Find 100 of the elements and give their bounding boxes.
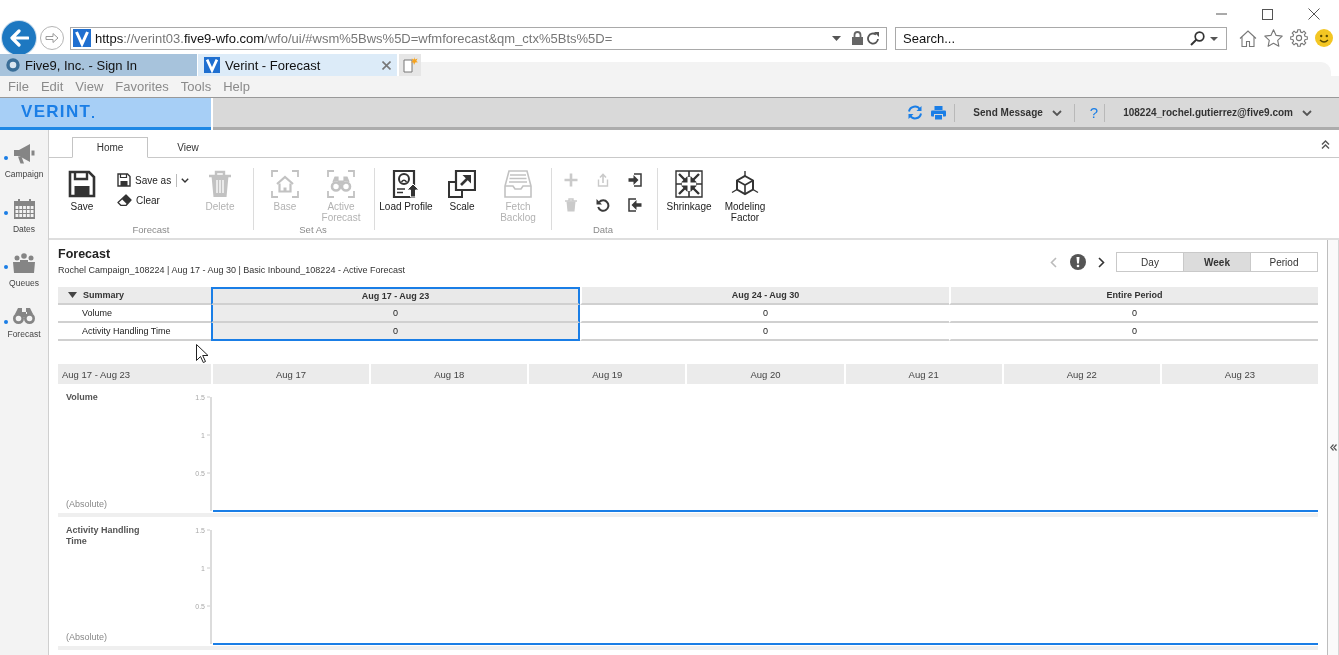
arrow-left-box-icon	[628, 198, 642, 212]
verint-logo: VERINT	[21, 101, 95, 122]
page-subtitle: Rochel Campaign_108224 | Aug 17 - Aug 30 | Basic Inbound_108224 - Active Forecast	[58, 265, 405, 275]
trash-icon	[206, 170, 234, 198]
close-icon[interactable]	[1308, 8, 1320, 20]
settings-icon[interactable]	[1290, 29, 1308, 47]
send-message-button[interactable]: Send Message	[973, 107, 1062, 118]
shrinkage-button[interactable]: Shrinkage	[661, 170, 717, 212]
lock-icon	[852, 31, 863, 45]
forward-button[interactable]	[40, 26, 64, 50]
tray-icon	[504, 170, 532, 198]
clear-button[interactable]: Clear	[117, 190, 160, 210]
calendar-icon	[13, 198, 35, 219]
chevron-down-icon	[181, 177, 190, 183]
day-header: Aug 20	[685, 364, 844, 384]
smiley-icon[interactable]	[1315, 29, 1333, 47]
ribbon-tab[interactable]: View	[150, 137, 226, 158]
refresh-icon[interactable]	[867, 31, 880, 45]
alert-icon[interactable]	[1070, 254, 1086, 270]
forward-arrow-icon	[45, 32, 59, 44]
site-logo-icon	[73, 29, 91, 47]
eraser-icon	[117, 194, 132, 206]
save-as-button[interactable]: Save as	[117, 170, 190, 190]
group-label: Set As	[299, 224, 327, 237]
share-icon	[596, 173, 610, 187]
ring-icon	[6, 58, 20, 72]
view-mode-tab[interactable]: Period	[1250, 252, 1318, 272]
scale-button[interactable]: Scale	[434, 170, 490, 212]
user-menu[interactable]: 108224_rochel.gutierrez@five9.com	[1123, 107, 1312, 118]
table-cell: 0	[580, 305, 949, 323]
home-icon[interactable]	[1239, 29, 1257, 47]
plus-icon	[564, 173, 578, 187]
view-mode-tab[interactable]: Week	[1183, 252, 1251, 272]
chart-unit-label: (Absolute)	[66, 632, 108, 643]
day-header: Aug 21	[843, 364, 1002, 384]
profile-card-icon	[392, 170, 420, 198]
indicator-dot-icon	[4, 210, 8, 215]
day-header: Aug 22	[1001, 364, 1160, 384]
range-header: Aug 17 - Aug 23	[58, 364, 211, 384]
view-mode-tab[interactable]: Day	[1116, 252, 1184, 272]
star-icon[interactable]	[1264, 29, 1283, 47]
browser-tab[interactable]: Five9, Inc. - Sign In	[0, 54, 197, 76]
maximize-icon[interactable]	[1262, 8, 1273, 20]
chevron-right-icon[interactable]	[1098, 256, 1105, 268]
new-tab-icon	[402, 57, 418, 73]
column-header[interactable]: Entire Period	[949, 287, 1318, 305]
toolbar-button[interactable]	[626, 171, 644, 189]
load-profile-button[interactable]: Load Profile	[378, 170, 434, 212]
table-cell: 0	[211, 305, 580, 323]
address-bar[interactable]: https://verint03.five9-wfo.com/wfo/ui/#wsm%5Bws%5D=wfmforecast&qm_ctx%5Bts%5D=	[70, 26, 887, 50]
modeling-factor-button[interactable]: Modeling Factor	[717, 170, 773, 223]
chart-title: Activity Handling Time	[66, 525, 141, 547]
url-text: https://verint03.five9-wfo.com/wfo/ui/#wsm%5Bws%5D=wfmforecast&qm_ctx%5Bts%5D=	[95, 30, 614, 46]
page-title: Forecast	[58, 248, 111, 261]
ribbon-tab[interactable]: Home	[72, 137, 148, 158]
nav-item[interactable]: Queues	[0, 247, 48, 302]
search-icon[interactable]	[1190, 30, 1205, 46]
arrow-right-box-icon	[628, 173, 642, 187]
back-button[interactable]	[2, 21, 36, 55]
nav-item[interactable]: Campaign	[0, 138, 48, 193]
toolbar-button[interactable]	[594, 196, 612, 214]
back-arrow-icon	[9, 29, 29, 47]
dropdown-caret-icon[interactable]	[832, 35, 841, 41]
browser-tab[interactable]: Verint - Forecast	[198, 54, 397, 76]
megaphone-icon	[13, 144, 35, 164]
sync-icon[interactable]	[907, 105, 924, 120]
indicator-dot-icon	[4, 265, 8, 269]
table-cell: 0	[580, 323, 949, 341]
chart-title: Volume	[66, 392, 98, 403]
cube-icon	[731, 170, 759, 198]
day-header: Aug 23	[1159, 364, 1318, 384]
group-label: Forecast	[132, 224, 170, 237]
close-icon[interactable]	[382, 60, 391, 70]
table-cell: 0	[949, 323, 1318, 341]
site-logo-icon	[204, 57, 220, 73]
table-cell: 0	[949, 305, 1318, 323]
summary-toggle[interactable]: Summary	[58, 287, 211, 305]
nav-item[interactable]: Dates	[0, 192, 48, 247]
print-icon[interactable]	[931, 105, 947, 120]
indicator-dot-icon	[4, 156, 8, 160]
dropdown-caret-icon[interactable]	[1210, 36, 1218, 41]
indicator-dot-icon	[4, 319, 8, 324]
day-header: Aug 17	[211, 364, 370, 384]
double-chevron-up-icon[interactable]	[1321, 140, 1330, 149]
column-header[interactable]: Aug 17 - Aug 23	[211, 287, 580, 305]
trash-icon	[564, 198, 578, 212]
toolbar-button[interactable]	[626, 196, 644, 214]
binoculars-icon	[327, 170, 355, 198]
tab-title: Five9, Inc. - Sign In	[25, 57, 137, 73]
column-header[interactable]: Aug 24 - Aug 30	[580, 287, 949, 305]
double-chevron-left-icon[interactable]	[1329, 444, 1337, 451]
resize-arrow-icon	[448, 170, 476, 198]
people-icon	[12, 253, 36, 273]
day-header: Aug 18	[369, 364, 528, 384]
mouse-pointer-icon	[196, 344, 208, 363]
nav-item[interactable]: Forecast	[0, 301, 48, 356]
save-button[interactable]: Save	[54, 170, 110, 212]
search-field[interactable]: Search...	[895, 26, 1227, 50]
chevron-down-icon	[1302, 109, 1312, 116]
binoculars-icon	[13, 307, 35, 324]
